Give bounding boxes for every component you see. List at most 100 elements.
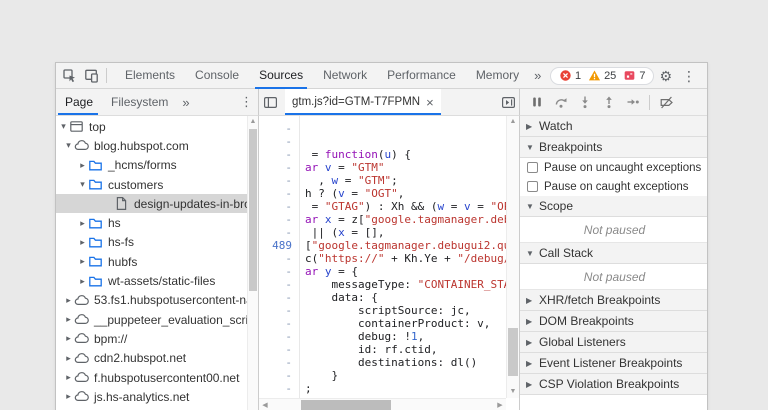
step-over-icon[interactable] (549, 90, 573, 114)
tree-item[interactable]: ▸ hs (56, 213, 247, 232)
code-line[interactable]: - destinations: dl() (259, 356, 506, 369)
expand-arrow-icon[interactable]: ▸ (63, 372, 74, 383)
expand-arrow-icon[interactable]: ▸ (63, 314, 74, 325)
tab-network[interactable]: Network (313, 63, 377, 89)
section-dom-breakpoints[interactable]: ▶ DOM Breakpoints (520, 311, 707, 332)
section-breakpoints[interactable]: ▼ Breakpoints (520, 137, 707, 158)
warning-badge[interactable]: 25 (588, 69, 616, 82)
scroll-down-icon[interactable]: ▼ (507, 386, 519, 398)
device-toolbar-icon[interactable] (80, 65, 102, 87)
pause-script-icon[interactable] (525, 90, 549, 114)
navigator-tab-page[interactable]: Page (56, 89, 102, 115)
section-scope[interactable]: ▼ Scope (520, 196, 707, 217)
line-number[interactable]: - (259, 122, 299, 135)
collapse-arrow-icon[interactable]: ▾ (58, 121, 69, 132)
issues-badge[interactable]: 7 (623, 69, 645, 82)
devtools-menu-icon[interactable]: ⋮ (677, 64, 701, 88)
tree-item[interactable]: ▸ __puppeteer_evaluation_scrip (56, 310, 247, 329)
expand-arrow-icon[interactable]: ▸ (77, 276, 88, 287)
expand-arrow-icon[interactable]: ▸ (63, 333, 74, 344)
tree-item[interactable]: ▸ _hcms/forms (56, 156, 247, 175)
line-number[interactable]: - (259, 148, 299, 161)
collapse-arrow-icon[interactable]: ▾ (63, 140, 74, 151)
code-line[interactable]: -h ? (v = "OGT", (259, 187, 506, 200)
code-line[interactable]: - = "GTAG") : Xh && (w = v = "OPT" (259, 200, 506, 213)
more-navigator-tabs-icon[interactable]: » (177, 90, 194, 115)
tab-console[interactable]: Console (185, 63, 249, 89)
line-number[interactable]: - (259, 304, 299, 317)
tree-item[interactable]: ▸js.hs-banner.com (56, 406, 247, 410)
issue-counter[interactable]: 1 25 7 (549, 66, 655, 85)
collapse-arrow-icon[interactable]: ▾ (77, 179, 88, 190)
tab-memory[interactable]: Memory (466, 63, 529, 89)
hide-navigator-icon[interactable] (259, 91, 281, 113)
line-number[interactable]: - (259, 356, 299, 369)
tab-sources[interactable]: Sources (249, 63, 313, 89)
code-line[interactable]: -c("https://" + Kh.Ye + "/debug/bc (259, 252, 506, 265)
breakpoint-option[interactable]: Pause on uncaught exceptions (520, 158, 707, 177)
code-line[interactable]: -ar x = z["google.tagmanager.debug (259, 213, 506, 226)
code-line[interactable]: -; (259, 382, 506, 395)
step-into-icon[interactable] (573, 90, 597, 114)
expand-arrow-icon[interactable]: ▸ (63, 353, 74, 364)
line-number[interactable]: - (259, 291, 299, 304)
code-line[interactable]: - || (x = [], (259, 226, 506, 239)
section-call-stack[interactable]: ▼ Call Stack (520, 243, 707, 264)
code-line[interactable]: - = function(u) { (259, 148, 506, 161)
code-line[interactable]: - debug: !1, (259, 330, 506, 343)
tree-item[interactable]: ▸ js.hs-analytics.net (56, 387, 247, 406)
line-number[interactable]: - (259, 226, 299, 239)
editor-horizontal-scrollbar[interactable]: ◀ ▶ (259, 398, 506, 410)
line-number[interactable]: - (259, 200, 299, 213)
code-line[interactable]: - } (259, 369, 506, 382)
line-number[interactable]: - (259, 369, 299, 382)
section-global-listeners[interactable]: ▶ Global Listeners (520, 332, 707, 353)
checkbox[interactable] (527, 162, 538, 173)
scroll-up-icon[interactable]: ▲ (248, 116, 258, 127)
expand-arrow-icon[interactable]: ▸ (63, 391, 74, 402)
section-event-listener-breakpoints[interactable]: ▶ Event Listener Breakpoints (520, 353, 707, 374)
scrollbar-thumb[interactable] (301, 400, 391, 410)
code-line[interactable]: - (259, 122, 506, 135)
scroll-right-icon[interactable]: ▶ (494, 401, 506, 409)
tree-item[interactable]: ▾ blog.hubspot.com (56, 136, 247, 155)
line-number[interactable]: 489 (259, 239, 299, 252)
more-panels-icon[interactable]: » (529, 63, 546, 88)
line-number[interactable]: - (259, 252, 299, 265)
expand-arrow-icon[interactable]: ▸ (63, 295, 74, 306)
line-number[interactable]: - (259, 135, 299, 148)
tree-item[interactable]: ▸ cdn2.hubspot.net (56, 349, 247, 368)
line-number[interactable]: - (259, 213, 299, 226)
error-badge[interactable]: 1 (559, 69, 581, 82)
tree-item[interactable]: ▾ customers (56, 175, 247, 194)
code-line[interactable]: 489 ["google.tagmanager.debugui2.queu (259, 239, 506, 252)
code-line[interactable]: - ar v = "GTM" (259, 161, 506, 174)
tree-item[interactable]: ▸ 53.fs1.hubspotusercontent-na (56, 291, 247, 310)
line-number[interactable]: - (259, 343, 299, 356)
tree-item[interactable]: ▸ f.hubspotusercontent00.net (56, 368, 247, 387)
line-number[interactable]: - (259, 174, 299, 187)
code-line[interactable]: - messageType: "CONTAINER_STARTI (259, 278, 506, 291)
inspect-element-icon[interactable] (58, 65, 80, 87)
code-line[interactable]: - ar y = { (259, 265, 506, 278)
code-line[interactable]: - id: rf.ctid, (259, 343, 506, 356)
step-out-icon[interactable] (597, 90, 621, 114)
tree-item[interactable]: ▸ hubfs (56, 252, 247, 271)
scrollbar-thumb[interactable] (508, 328, 518, 376)
close-tab-icon[interactable]: × (426, 95, 434, 110)
section-xhr-fetch-breakpoints[interactable]: ▶ XHR/fetch Breakpoints (520, 290, 707, 311)
tab-elements[interactable]: Elements (115, 63, 185, 89)
deactivate-breakpoints-icon[interactable] (654, 90, 678, 114)
show-sidebar-icon[interactable] (497, 91, 519, 113)
code-line[interactable]: - (259, 135, 506, 148)
line-number[interactable]: - (259, 317, 299, 330)
line-number[interactable]: - (259, 278, 299, 291)
tab-performance[interactable]: Performance (377, 63, 466, 89)
scrollbar-thumb[interactable] (249, 129, 257, 291)
expand-arrow-icon[interactable]: ▸ (77, 256, 88, 267)
tree-item[interactable]: ▾ top (56, 117, 247, 136)
navigator-tab-filesystem[interactable]: Filesystem (102, 89, 177, 115)
code-line[interactable]: - containerProduct: v, (259, 317, 506, 330)
expand-arrow-icon[interactable]: ▸ (77, 218, 88, 229)
tree-item[interactable]: design-updates-in-brows (56, 194, 247, 214)
